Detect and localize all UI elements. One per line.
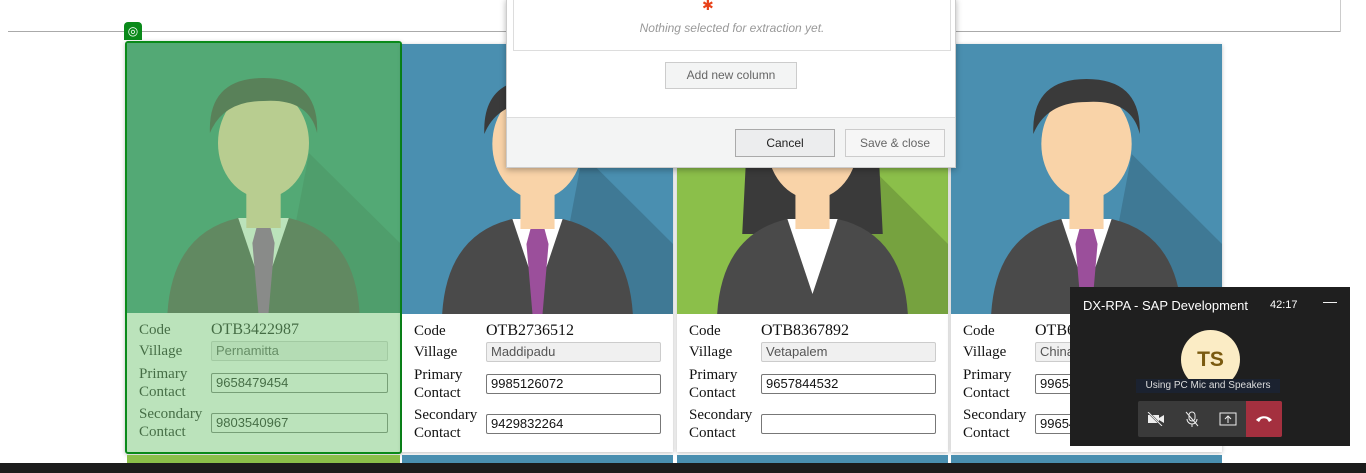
primary-contact-field[interactable]: 9657844532 <box>761 374 936 394</box>
village-label: Village <box>689 344 733 360</box>
label-line: Contact <box>689 385 736 401</box>
share-screen-icon[interactable] <box>1210 401 1246 437</box>
label-line: Contact <box>963 425 1010 441</box>
teams-call-widget: DX-RPA - SAP Development 42:17 — TS Usin… <box>1070 287 1350 446</box>
code-value: OTB6 <box>1035 322 1075 339</box>
secondary-contact-label: Secondary Contact <box>689 406 761 442</box>
primary-contact-field[interactable]: 9985126072 <box>486 374 661 394</box>
asterisk-icon: ✱ <box>702 0 714 13</box>
taskbar <box>0 463 1366 473</box>
call-timer: 42:17 <box>1270 299 1298 311</box>
village-field[interactable]: Maddipadu <box>486 342 661 362</box>
primary-contact-label: Primary Contact <box>689 366 761 402</box>
code-label: Code <box>139 322 171 338</box>
village-label: Village <box>414 344 458 360</box>
label-line: Contact <box>963 385 1010 401</box>
label-line: Primary <box>414 367 463 383</box>
label-line: Secondary <box>963 407 1027 423</box>
profile-photo <box>127 43 400 313</box>
code-value: OTB2736512 <box>486 322 574 339</box>
secondary-contact-field[interactable]: 9803540967 <box>211 413 388 433</box>
profile-photo <box>951 44 1222 314</box>
village-label: Village <box>963 344 1007 360</box>
label-line: Contact <box>414 385 461 401</box>
village-field[interactable]: Pernamitta <box>211 341 388 361</box>
secondary-contact-label: Secondary Contact <box>414 406 486 442</box>
minimize-button[interactable]: — <box>1323 293 1337 309</box>
code-label: Code <box>414 323 446 339</box>
code-label: Code <box>963 323 995 339</box>
village-label: Village <box>139 343 183 359</box>
label-line: Secondary <box>139 406 203 422</box>
dialog-footer: Cancel Save & close <box>507 117 955 167</box>
label-line: Primary <box>963 367 1012 383</box>
mic-muted-icon[interactable] <box>1174 401 1210 437</box>
meeting-title: DX-RPA - SAP Development <box>1083 298 1248 313</box>
profile-card[interactable]: Code OTB3422987 Village Pernamitta Primary… <box>125 41 402 454</box>
secondary-contact-label: Secondary Contact <box>963 406 1035 442</box>
label-line: Primary <box>689 367 738 383</box>
extraction-dialog: ✱ Nothing selected for extraction yet. A… <box>506 0 956 168</box>
camera-off-icon[interactable] <box>1138 401 1174 437</box>
hang-up-icon[interactable] <box>1246 401 1282 437</box>
label-line: Primary <box>139 366 188 382</box>
secondary-contact-field[interactable] <box>761 414 936 434</box>
primary-contact-label: Primary Contact <box>414 366 486 402</box>
primary-contact-field[interactable]: 9658479454 <box>211 373 388 393</box>
extraction-preview: ✱ Nothing selected for extraction yet. <box>513 0 951 51</box>
code-label: Code <box>689 323 721 339</box>
label-line: Secondary <box>689 407 753 423</box>
label-line: Secondary <box>414 407 478 423</box>
label-line: Contact <box>689 425 736 441</box>
audio-status: Using PC Mic and Speakers <box>1136 379 1280 393</box>
label-line: Contact <box>139 384 186 400</box>
divider-vertical <box>1340 0 1341 32</box>
secondary-contact-label: Secondary Contact <box>139 405 211 441</box>
label-line: Contact <box>414 425 461 441</box>
code-value: OTB3422987 <box>211 321 299 338</box>
empty-message: Nothing selected for extraction yet. <box>639 21 825 35</box>
label-line: Contact <box>139 424 186 440</box>
cancel-button[interactable]: Cancel <box>735 129 835 157</box>
primary-contact-label: Primary Contact <box>139 365 211 401</box>
target-icon[interactable]: ◎ <box>124 22 142 40</box>
secondary-contact-field[interactable]: 9429832264 <box>486 414 661 434</box>
primary-contact-label: Primary Contact <box>963 366 1035 402</box>
village-field[interactable]: Vetapalem <box>761 342 936 362</box>
code-value: OTB8367892 <box>761 322 849 339</box>
save-close-button[interactable]: Save & close <box>845 129 945 157</box>
add-column-button[interactable]: Add new column <box>665 62 797 89</box>
